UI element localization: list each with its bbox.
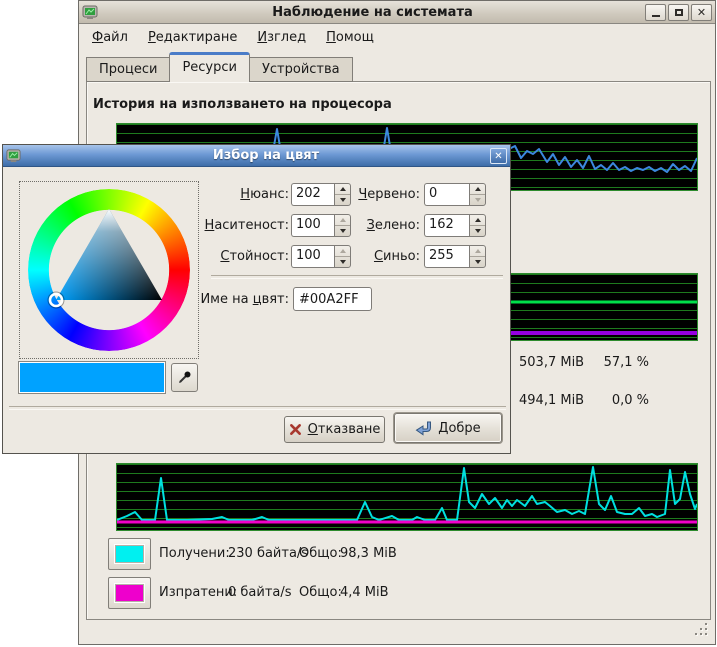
system-monitor-icon: [6, 148, 21, 163]
action-area-separator: [9, 406, 506, 410]
ok-label: Добре: [438, 421, 480, 436]
dialog-titlebar[interactable]: Избор на цвят ✕: [3, 145, 510, 167]
sent-color-swatch: [114, 583, 145, 603]
menu-edit[interactable]: Редактиране: [148, 30, 237, 45]
color-picker-dialog: Избор на цвят ✕: [2, 144, 511, 454]
received-total: 98,3 MiB: [340, 546, 397, 561]
sent-label: Изпратени:: [159, 585, 237, 600]
eyedropper-icon: [177, 370, 192, 385]
menu-help[interactable]: Помощ: [326, 30, 374, 45]
hue-value[interactable]: 202: [291, 183, 334, 206]
main-titlebar[interactable]: Наблюдение на системата ✕: [79, 1, 715, 24]
blue-label: Синьо:: [333, 249, 420, 264]
tab-bar: Процеси Ресурси Устройства: [86, 52, 352, 82]
minimize-icon: [652, 15, 660, 17]
close-button[interactable]: ✕: [691, 4, 712, 21]
received-total-label: Общо:: [299, 546, 342, 561]
red-down-button[interactable]: [470, 195, 485, 205]
menu-file[interactable]: Файл: [92, 30, 128, 45]
resize-grip-icon[interactable]: [693, 623, 707, 637]
blue-down-button[interactable]: [470, 257, 485, 267]
saturation-value-triangle[interactable]: [28, 189, 190, 351]
hue-label: Нюанс:: [189, 187, 289, 202]
red-spinner: 0: [424, 183, 486, 206]
value-value[interactable]: 100: [291, 245, 334, 268]
dialog-close-button[interactable]: ✕: [490, 148, 507, 164]
swap-used-percent: 0,0 %: [539, 393, 649, 408]
sent-rate: 0 байта/s: [228, 585, 292, 600]
green-label: Зелено:: [333, 218, 420, 233]
cpu-history-title: История на използването на процесора: [93, 97, 392, 112]
color-name-input[interactable]: [293, 287, 372, 311]
sent-color-button[interactable]: [108, 577, 151, 609]
sent-total: 4,4 MiB: [340, 585, 389, 600]
green-spinner: 162: [424, 214, 486, 237]
network-history-chart: [116, 463, 698, 531]
cancel-button[interactable]: Отказване: [284, 416, 385, 443]
selected-color-preview: [19, 362, 165, 393]
blue-value[interactable]: 255: [424, 245, 469, 268]
color-name-label: Име на цвят:: [189, 292, 289, 307]
green-value[interactable]: 162: [424, 214, 469, 237]
desktop: Наблюдение на системата ✕ Файл Редактира…: [0, 0, 717, 647]
maximize-button[interactable]: [668, 4, 689, 21]
close-icon: ✕: [697, 6, 706, 19]
tab-resources[interactable]: Ресурси: [169, 52, 250, 82]
ok-button[interactable]: Добре: [394, 413, 502, 443]
tab-devices[interactable]: Устройства: [249, 57, 353, 82]
system-monitor-icon: [82, 4, 98, 20]
blue-up-button[interactable]: [470, 246, 485, 257]
color-wheel-area: [19, 181, 199, 359]
red-value[interactable]: 0: [424, 183, 469, 206]
received-color-button[interactable]: [108, 538, 151, 570]
close-icon: ✕: [494, 151, 502, 162]
green-down-button[interactable]: [470, 226, 485, 236]
red-up-button[interactable]: [470, 184, 485, 195]
received-rate: 230 байта/s: [228, 546, 308, 561]
fields-separator: [211, 275, 503, 279]
blue-spinner: 255: [424, 245, 486, 268]
cancel-x-icon: [289, 423, 302, 436]
minimize-button[interactable]: [645, 4, 666, 21]
value-label: Стойност:: [189, 249, 289, 264]
sent-total-label: Общо:: [299, 585, 342, 600]
received-label: Получени:: [159, 546, 230, 561]
main-window-title: Наблюдение на системата: [102, 5, 643, 20]
dialog-title: Избор на цвят: [25, 148, 507, 163]
eyedropper-button[interactable]: [171, 363, 198, 392]
enter-arrow-icon: [415, 421, 432, 436]
cancel-label: Отказване: [308, 422, 381, 437]
saturation-label: Наситеност:: [189, 218, 289, 233]
tab-processes[interactable]: Процеси: [86, 57, 170, 82]
menubar: Файл Редактиране Изглед Помощ: [80, 25, 714, 50]
menu-view[interactable]: Изглед: [257, 30, 306, 45]
green-up-button[interactable]: [470, 215, 485, 226]
received-color-swatch: [114, 544, 145, 564]
maximize-icon: [675, 9, 683, 16]
saturation-value[interactable]: 100: [291, 214, 334, 237]
memory-used-percent: 57,1 %: [539, 355, 649, 370]
red-label: Червено:: [333, 187, 420, 202]
